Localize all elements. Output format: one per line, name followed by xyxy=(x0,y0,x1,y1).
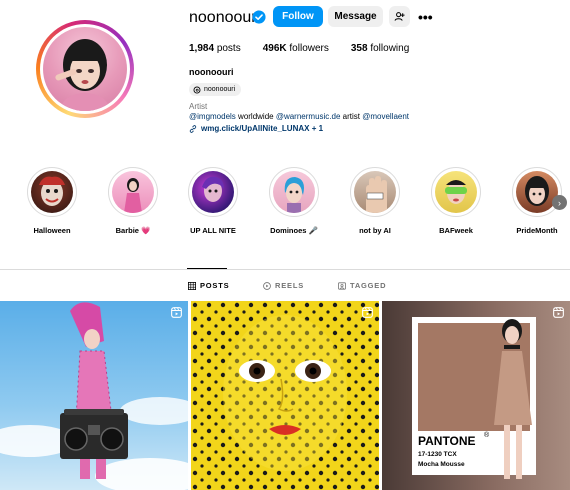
bio-mention-warnermusic[interactable]: @warnermusic.de xyxy=(276,112,341,121)
posts-stat: 1,984 posts xyxy=(189,43,241,54)
highlight-cover xyxy=(516,171,558,213)
highlight-ring xyxy=(350,167,400,217)
link-icon xyxy=(189,124,197,133)
pantone-code: 17-1230 TCX xyxy=(418,451,457,458)
profile-full-name: noonoouri xyxy=(189,67,234,77)
tab-label: REELS xyxy=(275,281,305,290)
grid-icon xyxy=(188,281,196,290)
followers-count: 496K xyxy=(262,43,287,54)
more-options-icon[interactable]: ••• xyxy=(418,9,433,25)
tagged-icon xyxy=(338,281,346,290)
pantone-brand: PANTONE xyxy=(418,434,476,448)
reel-indicator-icon xyxy=(362,307,373,318)
highlight-label: PrideMonth xyxy=(516,226,558,235)
profile-stats: 1,984 posts 496K followers 358 following xyxy=(189,43,409,54)
following-label: following xyxy=(370,43,410,54)
posts-count: 1,984 xyxy=(189,43,215,54)
reels-icon xyxy=(263,281,271,290)
threads-handle: noonoouri xyxy=(204,86,236,93)
up-all-nite-cover-art xyxy=(202,176,224,202)
tab-posts[interactable]: POSTS xyxy=(188,281,229,290)
add-user-icon xyxy=(394,12,405,21)
avatar-illustration xyxy=(55,39,109,111)
bio-text: artist xyxy=(340,112,363,121)
following-count: 358 xyxy=(350,43,368,54)
threads-badge[interactable]: noonoouri xyxy=(189,83,242,96)
tab-label: TAGGED xyxy=(350,281,387,290)
highlight-up-all-nite[interactable]: UP ALL NITE xyxy=(178,167,248,235)
highlight-dominoes[interactable]: Dominoes 🎤 xyxy=(259,167,329,235)
highlight-cover xyxy=(273,171,315,213)
highlight-ring xyxy=(269,167,319,217)
highlight-label: Dominoes 🎤 xyxy=(270,226,318,235)
post-thumbnail-2[interactable] xyxy=(191,301,379,490)
highlight-halloween[interactable]: Halloween xyxy=(17,167,87,235)
profile-category: Artist xyxy=(189,102,208,111)
follow-button[interactable]: Follow xyxy=(273,6,323,27)
followers-stat[interactable]: 496K followers xyxy=(263,43,329,54)
threads-icon xyxy=(193,86,201,93)
profile-bio: @imgmodels worldwide @warnermusic.de art… xyxy=(189,112,409,121)
highlight-ring xyxy=(27,167,77,217)
profile-avatar-ring[interactable] xyxy=(36,20,134,118)
not-by-ai-cover-art xyxy=(366,176,387,213)
verified-badge-icon xyxy=(252,10,266,24)
avatar-border xyxy=(40,24,130,114)
highlight-ring xyxy=(431,167,481,217)
profile-username: noonoouri xyxy=(189,9,261,26)
post-thumbnail-1[interactable] xyxy=(0,301,188,490)
message-button[interactable]: Message xyxy=(328,6,383,27)
bio-text: worldwide xyxy=(235,112,276,121)
tabs-divider xyxy=(0,269,570,270)
avatar[interactable] xyxy=(43,27,127,111)
highlight-not-by-ai[interactable]: not by AI xyxy=(340,167,410,235)
highlight-cover xyxy=(435,171,477,213)
highlight-barbie[interactable]: Barbie 💗 xyxy=(98,167,168,235)
suggested-users-button[interactable] xyxy=(389,6,410,27)
tab-label: POSTS xyxy=(200,281,230,290)
highlight-label: Barbie 💗 xyxy=(115,226,151,235)
highlight-ring xyxy=(188,167,238,217)
halloween-cover-art xyxy=(39,176,65,206)
reel-indicator-icon xyxy=(553,307,564,318)
link-text: wmg.click/UpAllNite_LUNAX + 1 xyxy=(201,124,324,133)
highlight-label: BAFweek xyxy=(439,226,473,235)
highlight-ring xyxy=(512,167,562,217)
active-tab-indicator xyxy=(187,268,227,269)
highlight-bafweek[interactable]: BAFweek xyxy=(421,167,491,235)
pridemonth-cover-art xyxy=(525,176,549,206)
tab-reels[interactable]: REELS xyxy=(263,281,304,290)
highlight-cover xyxy=(112,171,154,213)
bio-mention-movellaent[interactable]: @movellaent xyxy=(362,112,409,121)
post-image-boombox xyxy=(0,302,188,490)
highlight-label: UP ALL NITE xyxy=(190,226,236,235)
following-stat[interactable]: 358 following xyxy=(351,43,409,54)
dominoes-cover-art xyxy=(284,177,304,213)
highlight-cover xyxy=(354,171,396,213)
profile-external-link[interactable]: wmg.click/UpAllNite_LUNAX + 1 xyxy=(189,124,323,133)
pantone-registered-mark: ® xyxy=(484,432,490,439)
bio-mention-imgmodels[interactable]: @imgmodels xyxy=(189,112,236,121)
highlight-ring xyxy=(108,167,158,217)
followers-label: followers xyxy=(289,43,329,54)
highlight-label: Halloween xyxy=(33,226,71,235)
barbie-cover-art xyxy=(124,178,142,213)
bafweek-cover-art xyxy=(445,180,467,204)
pantone-name: Mocha Mousse xyxy=(418,461,465,468)
tab-tagged[interactable]: TAGGED xyxy=(338,281,386,290)
reel-indicator-icon xyxy=(171,307,182,318)
post-thumbnail-3[interactable]: PANTONE ® 17-1230 TCX Mocha Mousse xyxy=(382,301,570,490)
chevron-right-icon[interactable]: › xyxy=(552,195,567,210)
post-image-yellow-dots xyxy=(191,301,379,490)
highlight-cover xyxy=(31,171,73,213)
post-image-pantone xyxy=(412,317,536,479)
posts-label: posts xyxy=(216,43,241,54)
highlight-cover xyxy=(192,171,234,213)
highlight-label: not by AI xyxy=(359,226,391,235)
